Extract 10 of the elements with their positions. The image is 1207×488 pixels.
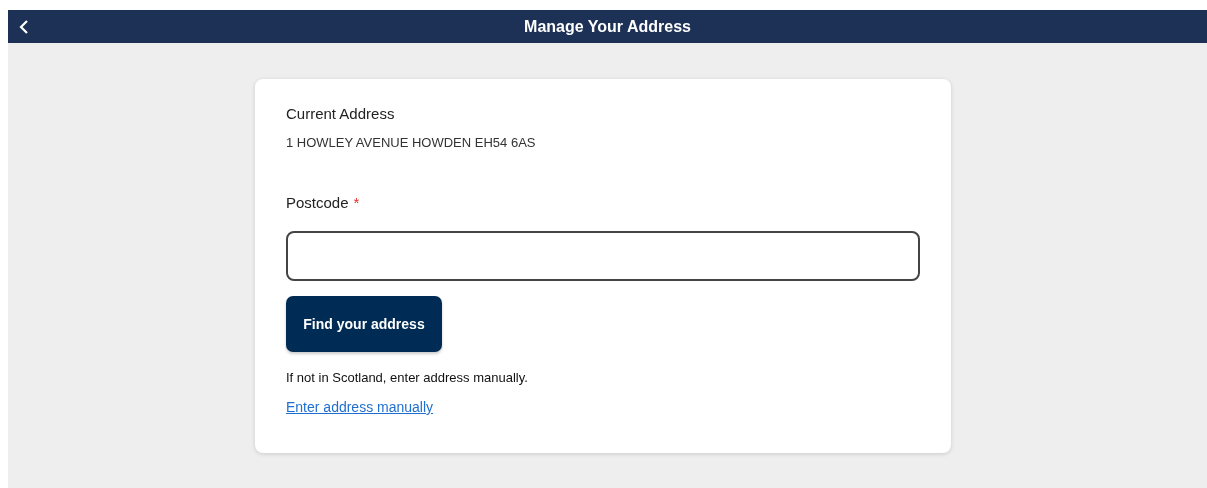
manual-entry-note: If not in Scotland, enter address manually.: [286, 370, 528, 385]
required-mark: *: [353, 194, 360, 211]
current-address-label: Current Address: [286, 105, 395, 122]
enter-address-manually-link[interactable]: Enter address manually: [286, 399, 434, 415]
current-address-value: 1 HOWLEY AVENUE HOWDEN EH54 6AS: [286, 135, 536, 150]
page-title: Manage Your Address: [524, 17, 691, 36]
back-icon[interactable]: [19, 20, 29, 34]
find-address-button[interactable]: Find your address: [286, 296, 442, 352]
postcode-label: Postcode: [286, 194, 349, 211]
postcode-field[interactable]: [286, 231, 920, 281]
